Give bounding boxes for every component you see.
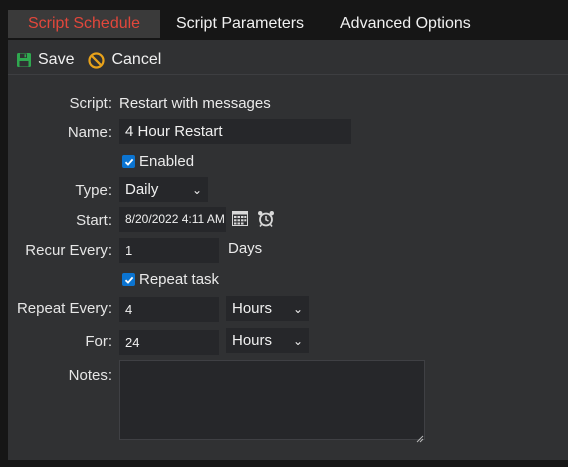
repeat-task-checkbox[interactable]: Repeat task xyxy=(122,271,219,288)
cancel-button[interactable]: Cancel xyxy=(88,51,161,69)
type-select[interactable]: Daily ⌄ xyxy=(119,177,208,202)
tab-bar: Script Schedule Script Parameters Advanc… xyxy=(8,8,568,40)
for-unit-select[interactable]: Hours ⌄ xyxy=(226,328,309,353)
chevron-down-icon: ⌄ xyxy=(292,333,303,348)
recur-every-field[interactable]: 1 xyxy=(119,238,219,263)
alarm-clock-icon[interactable] xyxy=(257,210,275,232)
repeat-every-unit-value: Hours xyxy=(232,300,273,317)
for-duration-field[interactable]: 24 xyxy=(119,330,219,355)
start-label: Start: xyxy=(76,212,112,229)
cancel-circle-icon xyxy=(88,51,106,69)
schedule-panel: Save Cancel Script: Restart with message… xyxy=(8,40,568,460)
start-datetime-field[interactable]: 8/20/2022 4:11 AM xyxy=(119,207,226,232)
type-label: Type: xyxy=(75,182,112,199)
repeat-every-field[interactable]: 4 xyxy=(119,297,219,322)
save-button[interactable]: Save xyxy=(16,51,74,69)
name-label: Name: xyxy=(67,124,112,141)
recur-unit-label: Days xyxy=(228,240,263,257)
save-label: Save xyxy=(38,51,75,68)
name-field[interactable]: 4 Hour Restart xyxy=(119,119,351,144)
enabled-label: Enabled xyxy=(139,153,195,170)
recur-every-label: Recur Every: xyxy=(25,242,112,259)
notes-textarea[interactable] xyxy=(119,360,425,440)
chevron-down-icon: ⌄ xyxy=(292,301,303,316)
calendar-icon[interactable] xyxy=(232,211,248,231)
enabled-checkbox[interactable]: Enabled xyxy=(122,153,194,170)
resize-handle-icon[interactable] xyxy=(416,430,424,448)
tab-advanced-options[interactable]: Advanced Options xyxy=(340,10,471,38)
repeat-every-unit-select[interactable]: Hours ⌄ xyxy=(226,296,309,321)
floppy-disk-icon xyxy=(16,52,32,68)
for-unit-value: Hours xyxy=(232,332,273,349)
cancel-label: Cancel xyxy=(111,51,162,68)
checkmark-icon xyxy=(122,155,135,168)
script-label: Script: xyxy=(69,95,112,112)
checkmark-icon xyxy=(122,273,135,286)
toolbar: Save Cancel xyxy=(16,48,161,72)
tab-script-schedule[interactable]: Script Schedule xyxy=(8,10,161,38)
tab-script-parameters[interactable]: Script Parameters xyxy=(176,10,304,38)
repeat-task-label: Repeat task xyxy=(139,271,220,288)
type-selected-value: Daily xyxy=(125,181,159,198)
toolbar-divider xyxy=(8,74,568,75)
repeat-every-label: Repeat Every: xyxy=(16,300,112,317)
for-label: For: xyxy=(85,333,112,350)
chevron-down-icon: ⌄ xyxy=(191,182,202,197)
notes-label: Notes: xyxy=(68,367,112,384)
script-value: Restart with messages xyxy=(119,95,271,112)
